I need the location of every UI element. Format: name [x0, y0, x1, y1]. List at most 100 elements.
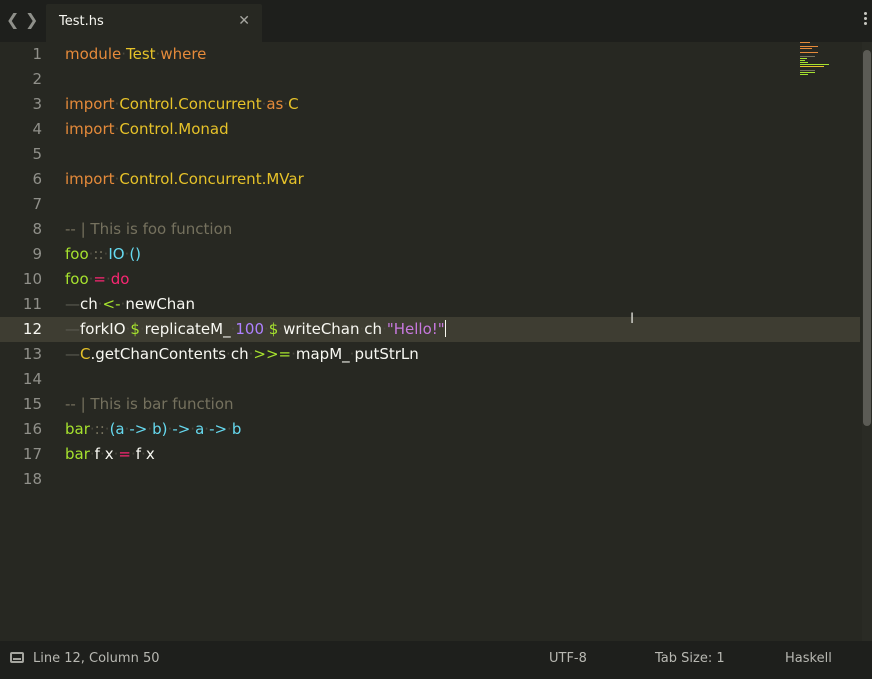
code-token: 100 — [235, 320, 264, 338]
line-code: —ch·<-·newChan — [65, 292, 195, 317]
close-icon[interactable]: ✕ — [238, 12, 250, 30]
code-token: -> — [209, 420, 228, 438]
more-options-icon[interactable] — [864, 12, 868, 27]
line-number: 3 — [32, 95, 42, 113]
line-code: bar·::·(a·->·b)·->·a·->·b — [65, 417, 241, 442]
line-number: 9 — [32, 245, 42, 263]
code-token: import — [65, 95, 115, 113]
code-token: bar — [65, 420, 90, 438]
code-token: as — [266, 95, 284, 113]
code-token: mapM_ — [295, 345, 350, 363]
code-token: = — [118, 445, 131, 463]
minimap-line — [800, 70, 815, 71]
code-line[interactable]: 15 -- | This is bar function — [0, 392, 860, 417]
code-token: do — [110, 270, 130, 288]
line-number: 10 — [22, 270, 42, 288]
code-line[interactable]: 8 -- | This is foo function — [0, 217, 860, 242]
line-number: 7 — [32, 195, 42, 213]
minimap-line — [800, 52, 818, 53]
encoding-selector[interactable]: UTF-8 — [549, 651, 587, 666]
tab-size-selector[interactable]: Tab Size: 1 — [655, 651, 725, 666]
line-code: import·Control.Concurrent·as·C — [65, 92, 299, 117]
code-token: bar — [65, 445, 90, 463]
line-number: 14 — [22, 370, 42, 388]
minimap-line — [800, 56, 815, 57]
line-number: 18 — [22, 470, 42, 488]
minimap-line — [800, 48, 812, 49]
code-token: import — [65, 170, 115, 188]
code-token: -> — [172, 420, 191, 438]
code-line[interactable]: 3 import·Control.Concurrent·as·C — [0, 92, 860, 117]
panel-toggle-icon[interactable] — [10, 652, 24, 663]
line-number: 11 — [22, 295, 42, 313]
code-line[interactable]: 6 import·Control.Concurrent.MVar — [0, 167, 860, 192]
code-token: writeChan — [283, 320, 360, 338]
line-number: 4 — [32, 120, 42, 138]
minimap-line — [800, 46, 818, 47]
code-token: x — [145, 445, 155, 463]
code-token: — — [65, 320, 80, 338]
line-number: 6 — [32, 170, 42, 188]
code-token: b) — [152, 420, 168, 438]
line-code: —forkIO·$·replicateM_·100·$·writeChan·ch… — [65, 317, 446, 342]
code-line[interactable]: 5 — [0, 142, 860, 167]
code-token: -- | This is bar function — [65, 395, 234, 413]
code-token: IO — [108, 245, 125, 263]
minimap-line — [800, 42, 810, 43]
minimap-line — [800, 62, 808, 63]
code-line[interactable]: 9 foo·::·IO·() — [0, 242, 860, 267]
code-line[interactable]: 11 —ch·<-·newChan — [0, 292, 860, 317]
code-token: foo — [65, 270, 89, 288]
code-line[interactable]: 14 — [0, 367, 860, 392]
code-line[interactable]: 10 foo·=·do — [0, 267, 860, 292]
code-token: newChan — [125, 295, 195, 313]
line-number: 12 — [22, 320, 42, 338]
code-line[interactable]: 1 module·Test·where — [0, 42, 860, 67]
code-line[interactable]: 18 — [0, 467, 860, 492]
minimap-line — [800, 72, 815, 73]
text-cursor-icon: I — [630, 311, 635, 327]
code-token: Control.Concurrent — [119, 95, 262, 113]
code-token: :: — [93, 245, 104, 263]
status-bar: Line 12, Column 50 UTF-8 Tab Size: 1 Has… — [0, 641, 872, 679]
vertical-scrollbar[interactable] — [862, 42, 872, 641]
code-line[interactable]: 13 —C.getChanContents·ch·>>=·mapM_·putStr… — [0, 342, 860, 367]
code-token: Test — [126, 45, 156, 63]
code-token: $ — [130, 320, 140, 338]
code-token: — — [65, 295, 80, 313]
code-token: () — [129, 245, 142, 263]
code-line[interactable]: 7 — [0, 192, 860, 217]
code-line[interactable]: 17 bar·f·x·=·f·x — [0, 442, 860, 467]
code-token: — — [65, 345, 80, 363]
minimap[interactable] — [800, 42, 840, 82]
code-token: Control.Concurrent.MVar — [119, 170, 304, 188]
code-token: a — [195, 420, 205, 438]
code-token: Control.Monad — [119, 120, 229, 138]
tab-test-hs[interactable]: Test.hs ✕ — [46, 4, 262, 42]
code-token: C — [80, 345, 91, 363]
code-token: "Hello!" — [386, 320, 445, 338]
code-line[interactable]: 16 bar·::·(a·->·b)·->·a·->·b — [0, 417, 860, 442]
minimap-line — [800, 60, 805, 61]
code-token: ch — [364, 320, 383, 338]
line-number: 13 — [22, 345, 42, 363]
line-code: —C.getChanContents·ch·>>=·mapM_·putStrLn — [65, 342, 419, 367]
syntax-selector[interactable]: Haskell — [785, 651, 832, 666]
code-editor[interactable]: 1 module·Test·where 2 3 import·Control.Concu… — [0, 42, 862, 641]
code-token: getChanContents — [95, 345, 227, 363]
code-token: = — [93, 270, 106, 288]
minimap-line — [800, 64, 829, 65]
cursor-position: Line 12, Column 50 — [33, 651, 160, 666]
code-line[interactable]: 12 —forkIO·$·replicateM_·100·$·writeChan·… — [0, 317, 860, 342]
code-line[interactable]: 2 — [0, 67, 860, 92]
code-token: foo — [65, 245, 89, 263]
line-code: foo·=·do — [65, 267, 129, 292]
scrollbar-thumb[interactable] — [863, 50, 871, 426]
line-code: -- | This is foo function — [65, 217, 232, 242]
code-line[interactable]: 4 import·Control.Monad — [0, 117, 860, 142]
minimap-line — [800, 74, 808, 75]
forward-arrow-icon[interactable]: ❯ — [25, 10, 38, 30]
code-token: b — [231, 420, 242, 438]
code-token: :: — [94, 420, 105, 438]
back-arrow-icon[interactable]: ❮ — [6, 10, 19, 30]
